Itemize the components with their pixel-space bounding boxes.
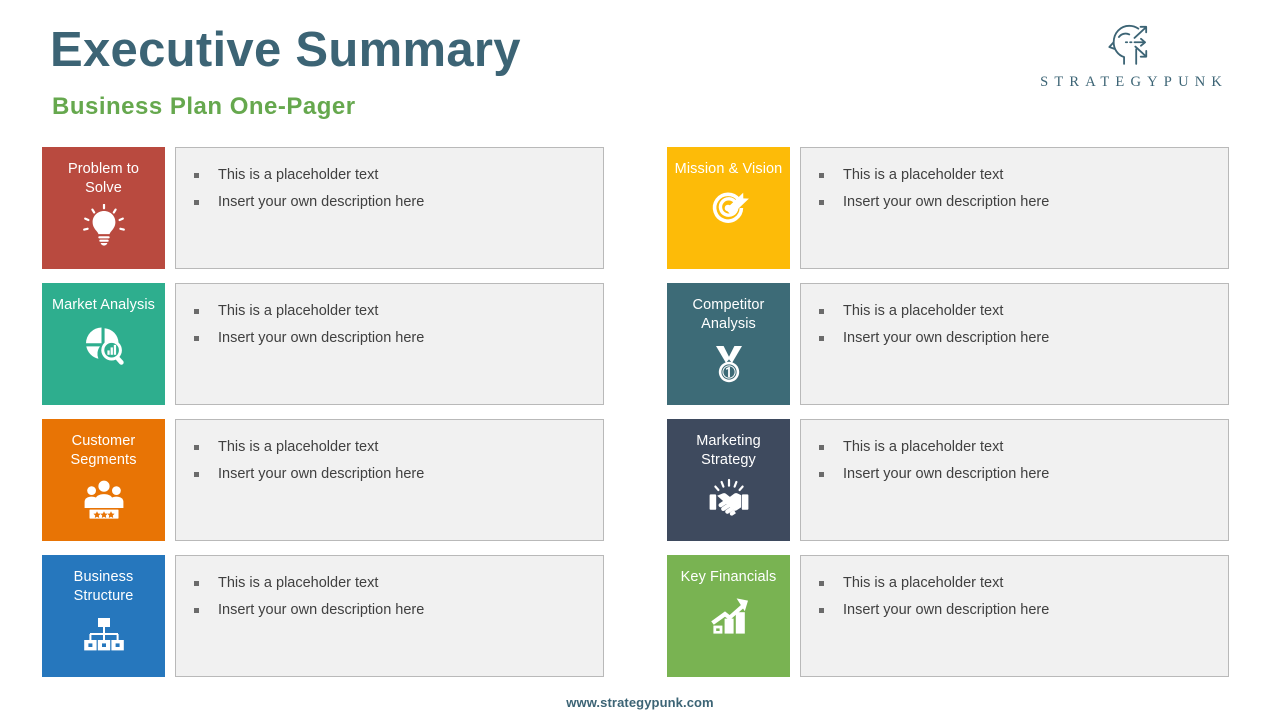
content-box-problem-to-solve[interactable]: This is a placeholder text Insert your o…	[175, 147, 604, 269]
card-competitor-analysis: Competitor Analysis This is a placeholde…	[667, 283, 1229, 405]
tile-business-structure[interactable]: Business Structure	[42, 555, 165, 677]
content-box-customer-segments[interactable]: This is a placeholder text Insert your o…	[175, 419, 604, 541]
list-item: This is a placeholder text	[192, 162, 587, 189]
list-item: Insert your own description here	[817, 189, 1212, 216]
card-business-structure: Business Structure This is a placeholder…	[42, 555, 604, 677]
tile-market-analysis[interactable]: Market Analysis	[42, 283, 165, 405]
list-item: This is a placeholder text	[817, 298, 1212, 325]
list-item: This is a placeholder text	[817, 570, 1212, 597]
list-item: Insert your own description here	[192, 461, 587, 488]
tile-label: Key Financials	[680, 569, 777, 585]
bullet-list: This is a placeholder text Insert your o…	[192, 434, 587, 488]
handshake-icon	[709, 478, 748, 516]
card-marketing-strategy: Marketing Strategy This is a placeholder…	[667, 419, 1229, 541]
content-box-market-analysis[interactable]: This is a placeholder text Insert your o…	[175, 283, 604, 405]
content-box-business-structure[interactable]: This is a placeholder text Insert your o…	[175, 555, 604, 677]
card-grid: Problem to Solve This is a placeholder t…	[0, 0, 1280, 720]
list-item: This is a placeholder text	[817, 434, 1212, 461]
card-customer-segments: Customer Segments This is a placeholder …	[42, 419, 604, 541]
content-box-marketing-strategy[interactable]: This is a placeholder text Insert your o…	[800, 419, 1229, 541]
bullet-list: This is a placeholder text Insert your o…	[817, 162, 1212, 216]
content-box-mission-and-vision[interactable]: This is a placeholder text Insert your o…	[800, 147, 1229, 269]
list-item: This is a placeholder text	[192, 434, 587, 461]
card-key-financials: Key Financials This is a placeholder tex…	[667, 555, 1229, 677]
list-item: Insert your own description here	[817, 461, 1212, 488]
tile-mission-and-vision[interactable]: Mission & Vision	[667, 147, 790, 269]
list-item: Insert your own description here	[192, 189, 587, 216]
tile-label: Mission & Vision	[674, 161, 783, 177]
org-chart-icon	[83, 618, 124, 651]
lightbulb-icon	[82, 204, 125, 246]
list-item: This is a placeholder text	[192, 298, 587, 325]
tile-label: Customer Segments	[70, 433, 137, 468]
tile-competitor-analysis[interactable]: Competitor Analysis	[667, 283, 790, 405]
people-stars-icon	[84, 480, 123, 519]
footer-website-url[interactable]: www.strategypunk.com	[0, 695, 1280, 710]
growth-chart-icon	[710, 598, 748, 634]
bullet-list: This is a placeholder text Insert your o…	[817, 570, 1212, 624]
bullet-list: This is a placeholder text Insert your o…	[817, 434, 1212, 488]
tile-label: Competitor Analysis	[692, 297, 765, 332]
card-mission-and-vision: Mission & Vision This is a placeholder t…	[667, 147, 1229, 269]
card-problem-to-solve: Problem to Solve This is a placeholder t…	[42, 147, 604, 269]
list-item: Insert your own description here	[192, 325, 587, 352]
list-item: This is a placeholder text	[192, 570, 587, 597]
medal-one-icon	[715, 346, 742, 383]
tile-label: Business Structure	[73, 569, 134, 604]
tile-problem-to-solve[interactable]: Problem to Solve	[42, 147, 165, 269]
bullet-list: This is a placeholder text Insert your o…	[192, 162, 587, 216]
bullet-list: This is a placeholder text Insert your o…	[817, 298, 1212, 352]
content-box-key-financials[interactable]: This is a placeholder text Insert your o…	[800, 555, 1229, 677]
bullet-list: This is a placeholder text Insert your o…	[192, 298, 587, 352]
bullet-list: This is a placeholder text Insert your o…	[192, 570, 587, 624]
list-item: This is a placeholder text	[817, 162, 1212, 189]
tile-label: Market Analysis	[51, 297, 156, 313]
content-box-competitor-analysis[interactable]: This is a placeholder text Insert your o…	[800, 283, 1229, 405]
target-arrow-icon	[712, 192, 749, 223]
list-item: Insert your own description here	[817, 597, 1212, 624]
pie-chart-magnifier-icon	[85, 327, 124, 365]
tile-label: Marketing Strategy	[696, 433, 761, 468]
tile-label: Problem to Solve	[67, 161, 140, 196]
tile-customer-segments[interactable]: Customer Segments	[42, 419, 165, 541]
tile-marketing-strategy[interactable]: Marketing Strategy	[667, 419, 790, 541]
list-item: Insert your own description here	[192, 597, 587, 624]
tile-key-financials[interactable]: Key Financials	[667, 555, 790, 677]
card-market-analysis: Market Analysis This is a placeholder te…	[42, 283, 604, 405]
list-item: Insert your own description here	[817, 325, 1212, 352]
